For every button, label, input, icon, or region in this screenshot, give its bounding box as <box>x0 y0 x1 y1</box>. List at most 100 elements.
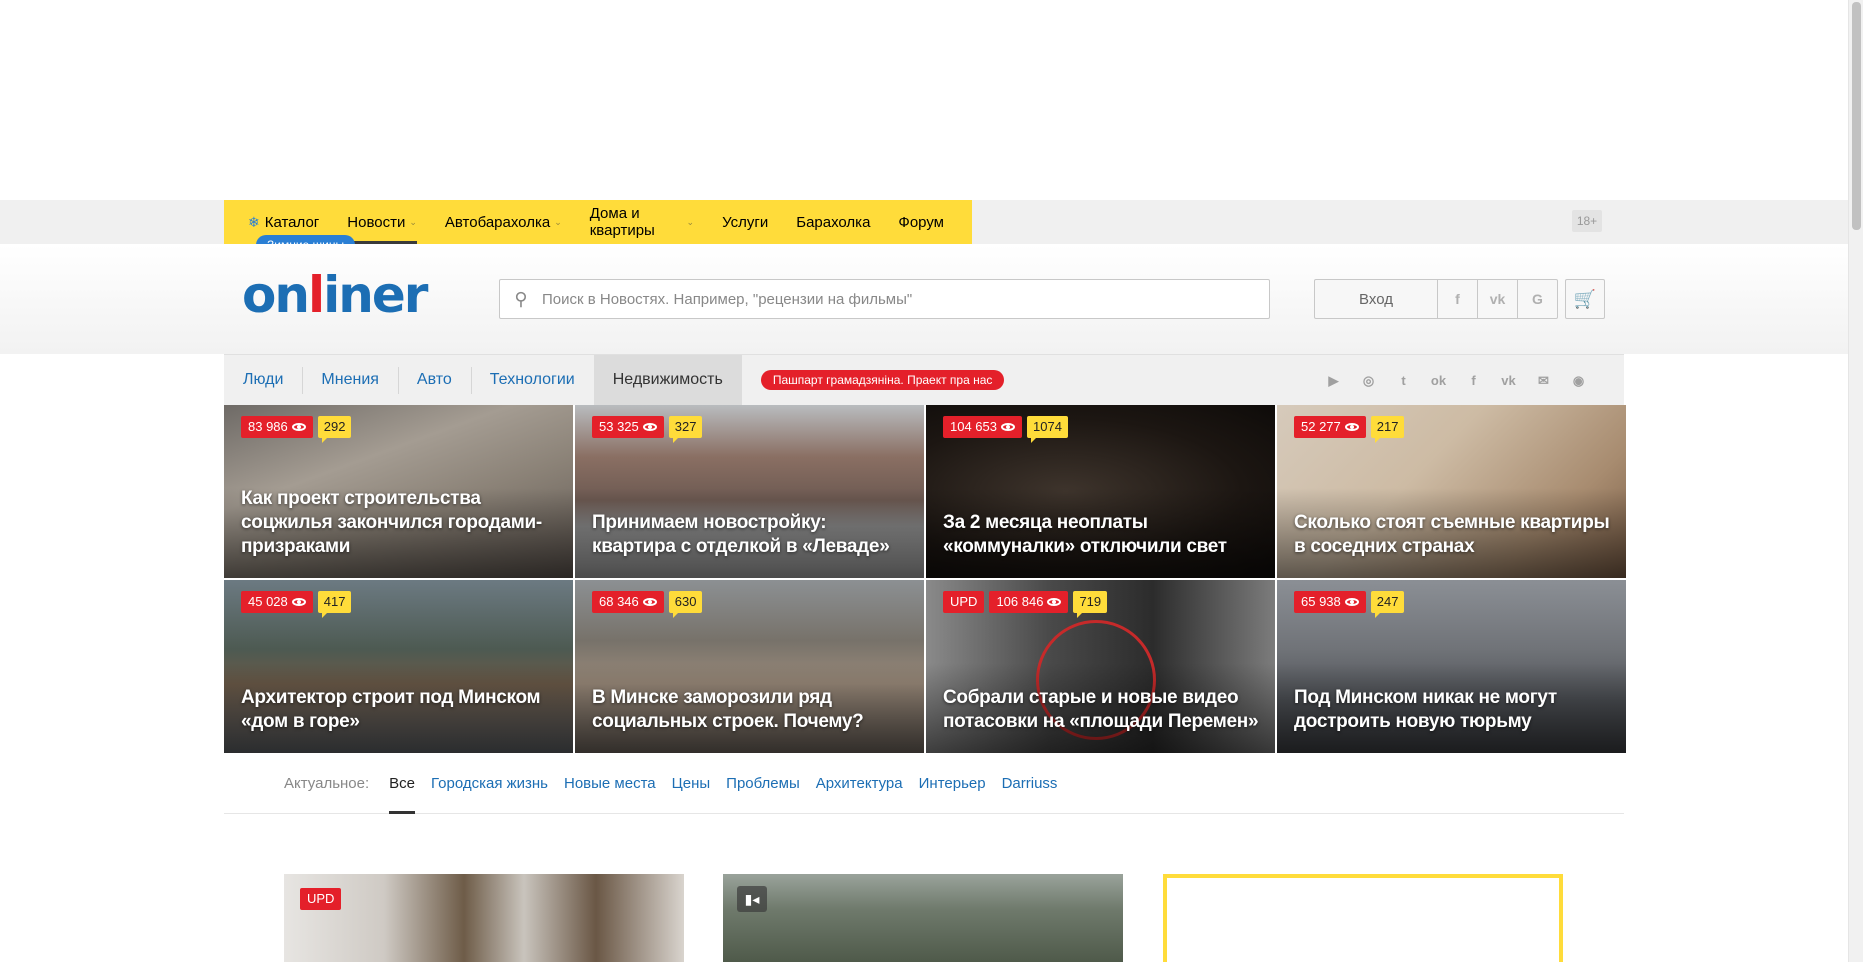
topics-bar: Актуальное: Все Городская жизнь Новые ме… <box>224 753 1624 814</box>
nav-item-flea-market[interactable]: Барахолка <box>796 200 870 244</box>
site-logo[interactable]: onliner <box>242 266 428 324</box>
news-tile[interactable]: 53 325 327 Принимаем новостройку: кварти… <box>575 405 924 578</box>
eye-icon <box>642 423 657 431</box>
tile-title[interactable]: За 2 месяца неоплаты «коммуналки» отключ… <box>943 511 1261 559</box>
views-count: 52 277 <box>1301 419 1341 434</box>
cart-icon[interactable]: 🛒 <box>1565 279 1605 319</box>
views-count: 106 846 <box>996 594 1044 609</box>
chevron-down-icon: ⌄ <box>409 216 417 227</box>
comments-badge[interactable]: 1074 <box>1027 416 1068 443</box>
news-tile[interactable]: 45 028 417 Архитектор строит под Минском… <box>224 580 573 753</box>
eye-icon <box>1047 598 1062 606</box>
tile-title[interactable]: Собрали старые и новые видео потасовки н… <box>943 686 1261 734</box>
topic-interior[interactable]: Интерьер <box>919 753 986 814</box>
tab-auto[interactable]: Авто <box>397 355 471 406</box>
views-count: 104 653 <box>950 419 997 434</box>
eye-icon <box>1344 598 1359 606</box>
views-badge: 65 938 <box>1294 591 1366 613</box>
nav-item-label: Автобарахолка <box>444 213 551 231</box>
tab-people[interactable]: Люди <box>224 355 302 406</box>
social-links: ▶ ◎ t ok f vk ✉ ◉ <box>1316 355 1596 406</box>
nav-item-label: Каталог <box>264 213 320 231</box>
tile-badges: UPD 106 846 719 <box>943 591 1108 618</box>
instagram-icon[interactable]: ◎ <box>1351 373 1386 389</box>
vk-icon[interactable]: vk <box>1491 373 1526 388</box>
vk-login-icon[interactable]: vk <box>1478 279 1518 319</box>
search-input[interactable] <box>542 290 1269 308</box>
topic-darriuss[interactable]: Darriuss <box>1002 753 1058 814</box>
news-tile[interactable]: 83 986 292 Как проект строительства соцж… <box>224 405 573 578</box>
news-tile[interactable]: 104 653 1074 За 2 месяца неоплаты «комму… <box>926 405 1275 578</box>
comments-badge[interactable]: 630 <box>668 591 703 618</box>
section-nav: Люди Мнения Авто Технологии Недвижимость… <box>224 354 1624 406</box>
mail-icon[interactable]: ✉ <box>1526 373 1561 389</box>
tile-badges: 68 346 630 <box>592 591 703 618</box>
page-scrollbar[interactable] <box>1848 0 1863 962</box>
nav-item-auto-market[interactable]: Автобарахолка ⌄ <box>445 200 562 244</box>
comments-badge[interactable]: 247 <box>1370 591 1405 618</box>
tile-title[interactable]: Под Минском никак не могут достроить нов… <box>1294 686 1612 734</box>
logo-text-accent: l <box>307 266 325 324</box>
comments-badge[interactable]: 719 <box>1073 591 1108 618</box>
ad-block <box>1163 874 1563 962</box>
nav-item-news[interactable]: Новости ⌄ <box>347 200 417 244</box>
news-tile[interactable]: 68 346 630 В Минске заморозили ряд социа… <box>575 580 924 753</box>
views-count: 68 346 <box>599 594 639 609</box>
chevron-down-icon: ⌄ <box>686 216 695 227</box>
login-button[interactable]: Вход <box>1314 279 1438 319</box>
news-tile[interactable]: UPD 106 846 719 Собрали старые и новые в… <box>926 580 1275 753</box>
twitter-icon[interactable]: t <box>1386 373 1421 388</box>
tile-title[interactable]: Как проект строительства соцжилья законч… <box>241 487 559 559</box>
article-card[interactable]: UPD <box>284 874 684 962</box>
tab-technology[interactable]: Технологии <box>470 355 594 406</box>
views-badge: 104 653 <box>943 416 1022 438</box>
topic-architecture[interactable]: Архитектура <box>816 753 903 814</box>
tile-badges: 83 986 292 <box>241 416 352 443</box>
rss-icon[interactable]: ◉ <box>1561 373 1596 389</box>
promo-badge[interactable]: Пашпарт грамадзяніна. Праект пра нас <box>760 370 1005 390</box>
views-badge: 52 277 <box>1294 416 1366 438</box>
topic-prices[interactable]: Цены <box>672 753 711 814</box>
tile-badges: 65 938 247 <box>1294 591 1405 618</box>
views-count: 65 938 <box>1301 594 1341 609</box>
comments-badge[interactable]: 292 <box>317 416 352 443</box>
eye-icon <box>1344 423 1359 431</box>
topic-city-life[interactable]: Городская жизнь <box>431 753 548 814</box>
views-badge: 45 028 <box>241 591 313 613</box>
tile-title[interactable]: Архитектор строит под Минском «дом в гор… <box>241 686 559 734</box>
age-rating-badge: 18+ <box>1572 210 1602 232</box>
tile-title[interactable]: Сколько стоят съемные квартиры в соседни… <box>1294 511 1612 559</box>
views-badge: 83 986 <box>241 416 313 438</box>
nav-item-label: Барахолка <box>796 213 871 231</box>
news-tile[interactable]: 65 938 247 Под Минском никак не могут до… <box>1277 580 1626 753</box>
comments-badge[interactable]: 417 <box>317 591 352 618</box>
nav-item-label: Услуги <box>722 213 769 231</box>
nav-item-realty[interactable]: Дома и квартиры ⌄ <box>590 200 694 244</box>
news-tile[interactable]: 52 277 217 Сколько стоят съемные квартир… <box>1277 405 1626 578</box>
search-box[interactable]: ⚲ <box>499 279 1270 319</box>
tile-title[interactable]: В Минске заморозили ряд социальных строе… <box>592 686 910 734</box>
topic-problems[interactable]: Проблемы <box>726 753 800 814</box>
topic-all[interactable]: Все <box>389 753 415 814</box>
facebook-login-icon[interactable]: f <box>1438 279 1478 319</box>
views-badge: 53 325 <box>592 416 664 438</box>
odnoklassniki-icon[interactable]: ok <box>1421 373 1456 388</box>
views-badge: 68 346 <box>592 591 664 613</box>
google-login-icon[interactable]: G <box>1518 279 1558 319</box>
topic-new-places[interactable]: Новые места <box>564 753 656 814</box>
facebook-icon[interactable]: f <box>1456 373 1491 388</box>
nav-item-label: Форум <box>898 213 944 231</box>
nav-item-forum[interactable]: Форум <box>898 200 944 244</box>
ad-banner-area <box>0 0 1848 200</box>
views-count: 53 325 <box>599 419 639 434</box>
tab-realty[interactable]: Недвижимость <box>593 354 742 406</box>
youtube-icon[interactable]: ▶ <box>1316 373 1351 389</box>
comments-badge[interactable]: 327 <box>668 416 703 443</box>
views-badge: 106 846 <box>989 591 1069 613</box>
tab-opinions[interactable]: Мнения <box>302 355 398 406</box>
nav-item-services[interactable]: Услуги <box>722 200 768 244</box>
article-card[interactable]: ▮◂ <box>723 874 1123 962</box>
comments-badge[interactable]: 217 <box>1370 416 1405 443</box>
tile-title[interactable]: Принимаем новостройку: квартира с отделк… <box>592 511 910 559</box>
scrollbar-thumb[interactable] <box>1852 2 1861 230</box>
